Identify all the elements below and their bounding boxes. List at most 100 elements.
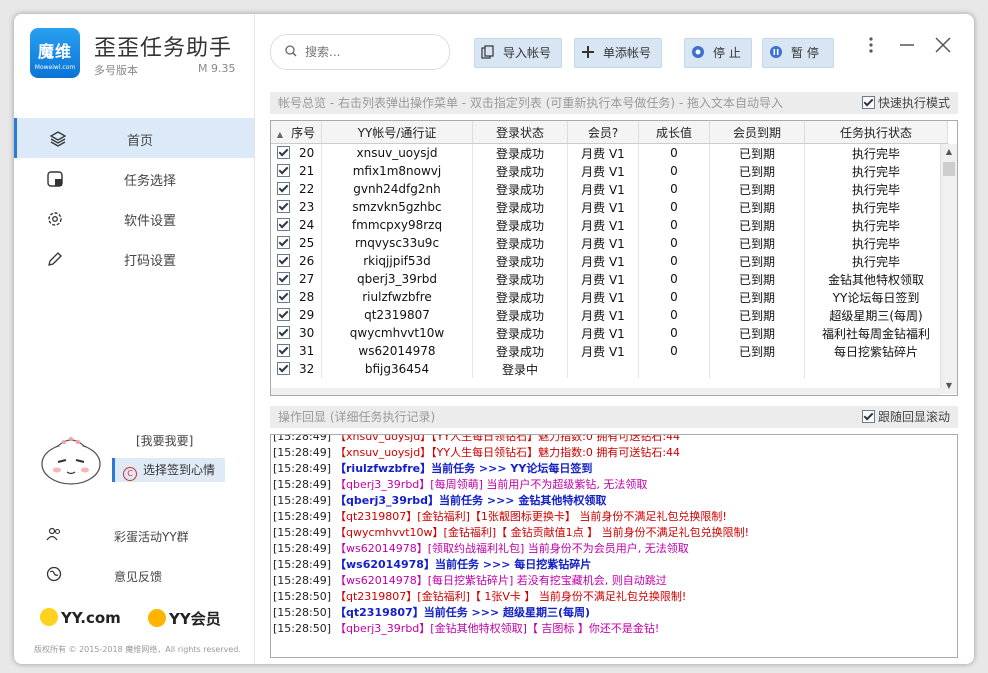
cell-account: gvnh24dfg2nh	[321, 180, 473, 198]
minimize-icon[interactable]	[896, 34, 918, 56]
table-row[interactable]: 30 qwycmhvvt10w 登录成功 月费 V1 0 已到期 福利社每周金钻福利	[271, 324, 948, 342]
stop-button[interactable]: 停 止	[684, 38, 752, 68]
row-checkbox[interactable]	[277, 164, 290, 177]
row-checkbox[interactable]	[277, 218, 290, 231]
table-row[interactable]: 20 xnsuv_uoysjd 登录成功 月费 V1 0 已到期 执行完毕	[271, 143, 948, 162]
cell-vip: 月费 V1	[567, 306, 639, 324]
row-checkbox[interactable]	[277, 272, 290, 285]
row-select-cell[interactable]: 28	[271, 288, 322, 306]
row-select-cell[interactable]: 31	[271, 342, 322, 360]
pause-button[interactable]: 暂 停	[762, 38, 834, 68]
follow-scroll-checkbox[interactable]: 跟随回显滚动	[861, 406, 950, 428]
cell-expire: 已到期	[709, 143, 805, 162]
log-timestamp: [15:28:50]	[273, 622, 331, 635]
cell-vip: 月费 V1	[567, 143, 639, 162]
search-input[interactable]	[303, 42, 437, 62]
table-row[interactable]: 21 mfix1m8nowvj 登录成功 月费 V1 0 已到期 执行完毕	[271, 162, 948, 180]
row-select-cell[interactable]: 29	[271, 306, 322, 324]
row-checkbox[interactable]	[277, 254, 290, 267]
column-header-vip[interactable]: 会员?	[567, 121, 639, 144]
app-window: 魔维 Moweiwl.com 歪歪任务助手 多号版本 M 9.35 首页 任务选…	[14, 14, 974, 664]
cell-account: bfijg36454	[321, 360, 473, 378]
scroll-up-icon[interactable]: ▲	[941, 144, 957, 160]
people-icon	[46, 527, 61, 541]
table-row[interactable]: 25 rnqvysc33u9c 登录成功 月费 V1 0 已到期 执行完毕	[271, 234, 948, 252]
table-row[interactable]: 22 gvnh24dfg2nh 登录成功 月费 V1 0 已到期 执行完毕	[271, 180, 948, 198]
cell-growth	[638, 360, 710, 378]
row-select-cell[interactable]: 27	[271, 270, 322, 288]
table-row[interactable]: 29 qt2319807 登录成功 月费 V1 0 已到期 超级星期三(每周)	[271, 306, 948, 324]
pause-icon	[770, 46, 782, 58]
row-checkbox[interactable]	[277, 326, 290, 339]
log-line: [15:28:50] 【qt2319807】[金钻福利]【 1张V卡 】 当前身份…	[271, 589, 957, 605]
cell-vip: 月费 V1	[567, 198, 639, 216]
cell-growth: 0	[638, 324, 710, 342]
close-icon[interactable]	[932, 34, 954, 56]
feedback-link[interactable]: 意见反馈	[14, 560, 254, 590]
sidebar-item-task-select[interactable]: 任务选择	[14, 158, 254, 198]
cell-vip: 月费 V1	[567, 234, 639, 252]
row-checkbox[interactable]	[277, 182, 290, 195]
column-header-login[interactable]: 登录状态	[472, 121, 568, 144]
row-checkbox[interactable]	[277, 290, 290, 303]
column-header-expire[interactable]: 会员到期	[709, 121, 805, 144]
table-row[interactable]: 27 qberj3_39rbd 登录成功 月费 V1 0 已到期 金钻其他特权领取	[271, 270, 948, 288]
table-row[interactable]: 31 ws62014978 登录成功 月费 V1 0 已到期 每日挖紫钻碎片	[271, 342, 948, 360]
cell-task: 超级星期三(每周)	[804, 306, 948, 324]
row-checkbox[interactable]	[277, 200, 290, 213]
row-select-cell[interactable]: 32	[271, 360, 322, 378]
table-row[interactable]: 24 fmmcpxy98rzq 登录成功 月费 V1 0 已到期 执行完毕	[271, 216, 948, 234]
table-row[interactable]: 26 rkiqjjpif53d 登录成功 月费 V1 0 已到期 执行完毕	[271, 252, 948, 270]
column-header-no[interactable]: ▲ 序号	[271, 121, 322, 144]
row-select-cell[interactable]: 23	[271, 198, 322, 216]
cell-growth: 0	[638, 180, 710, 198]
sidebar-item-home[interactable]: 首页	[14, 118, 254, 158]
column-header-task[interactable]: 任务执行状态	[804, 121, 948, 144]
cell-expire	[709, 360, 805, 378]
row-select-cell[interactable]: 25	[271, 234, 322, 252]
add-account-button[interactable]: 单添帐号	[574, 38, 662, 68]
row-select-cell[interactable]: 21	[271, 162, 322, 180]
log-line: [15:28:49] 【xnsuv_uoysjd】【YY人生每日领钻石】魅力指数:…	[271, 434, 957, 445]
table-row[interactable]: 28 riulzfwzbfre 登录成功 月费 V1 0 已到期 YY论坛每日签到	[271, 288, 948, 306]
row-select-cell[interactable]: 20	[271, 143, 322, 162]
row-select-cell[interactable]: 22	[271, 180, 322, 198]
quick-mode-checkbox[interactable]: 快速执行模式	[861, 92, 950, 114]
scroll-down-icon[interactable]: ▼	[941, 378, 957, 394]
cell-growth: 0	[638, 143, 710, 162]
cell-account: qt2319807	[321, 306, 473, 324]
log-timestamp: [15:28:49]	[273, 478, 331, 491]
yy-group-link[interactable]: 彩蛋活动YY群	[14, 520, 254, 550]
scroll-thumb[interactable]	[943, 162, 955, 176]
checkbox[interactable]	[861, 410, 875, 423]
search-box[interactable]	[270, 34, 450, 70]
log-timestamp: [15:28:49]	[273, 574, 331, 587]
table-horizontal-scrollbar[interactable]	[271, 388, 941, 395]
cell-task	[804, 360, 948, 378]
cell-account: riulzfwzbfre	[321, 288, 473, 306]
cell-login: 登录成功	[472, 143, 568, 162]
row-select-cell[interactable]: 30	[271, 324, 322, 342]
select-mood-button[interactable]: C 选择签到心情	[112, 458, 225, 482]
row-checkbox[interactable]	[277, 344, 290, 357]
column-header-growth[interactable]: 成长值	[638, 121, 710, 144]
sidebar-item-captcha[interactable]: 打码设置	[14, 238, 254, 278]
import-accounts-button[interactable]: 导入帐号	[474, 38, 562, 68]
row-checkbox[interactable]	[277, 146, 290, 159]
row-checkbox[interactable]	[277, 236, 290, 249]
table-row[interactable]: 23 smzvkn5gzhbc 登录成功 月费 V1 0 已到期 执行完毕	[271, 198, 948, 216]
log-message: 【xnsuv_uoysjd】【YY人生每日领钻石】魅力指数:0 拥有可送钻石:4…	[335, 434, 681, 443]
table-row[interactable]: 32 bfijg36454 登录中	[271, 360, 948, 378]
log-line: [15:28:49] 【xnsuv_uoysjd】【YY人生每日领钻石】魅力指数:…	[271, 445, 957, 461]
row-checkbox[interactable]	[277, 362, 290, 375]
column-header-account[interactable]: YY帐号/通行证	[321, 121, 473, 144]
table-vertical-scrollbar[interactable]: ▲ ▼	[940, 144, 957, 394]
sidebar-item-settings[interactable]: 软件设置	[14, 198, 254, 238]
cell-task: 每日挖紫钻碎片	[804, 342, 948, 360]
row-select-cell[interactable]: 26	[271, 252, 322, 270]
checkbox[interactable]	[861, 96, 875, 109]
more-menu-icon[interactable]	[860, 34, 882, 56]
row-checkbox[interactable]	[277, 308, 290, 321]
row-number: 23	[299, 200, 315, 214]
row-select-cell[interactable]: 24	[271, 216, 322, 234]
